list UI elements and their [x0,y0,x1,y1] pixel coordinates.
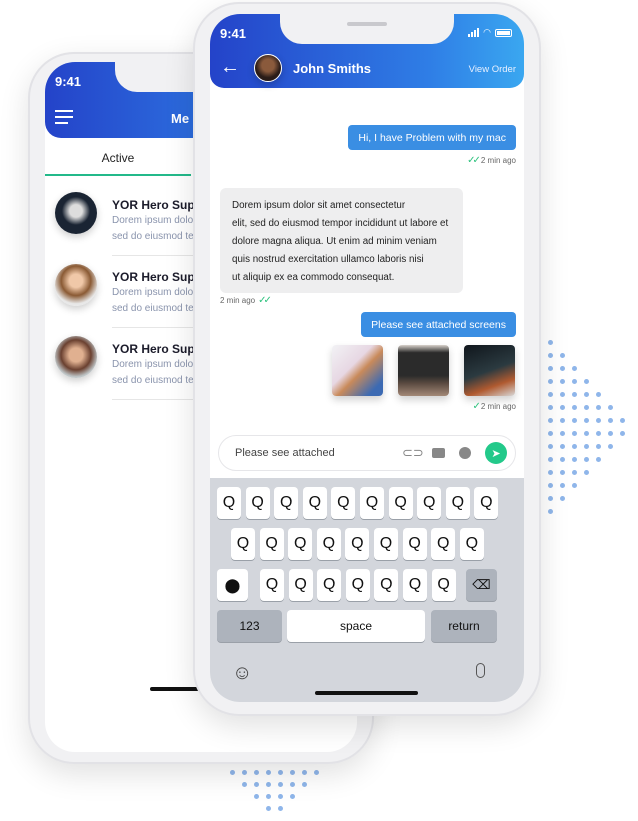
conversation-name: YOR Hero Supp [112,270,203,284]
message-input-value: Please see attached [235,447,335,459]
key-q[interactable]: Q [345,569,370,601]
key-q[interactable]: Q [345,528,370,560]
key-q[interactable]: Q [302,487,327,519]
wifi-icon: ◠ [483,27,491,37]
message-meta: ✓ 2 min ago [472,401,516,412]
back-arrow-icon[interactable]: ← [220,56,240,79]
conversation-preview: Dorem ipsum dolor sed do eiusmod ten [112,215,200,242]
menu-icon[interactable] [55,110,73,124]
key-q[interactable]: Q [331,487,356,519]
signal-icon [468,28,480,37]
contact-avatar [254,54,282,82]
shift-key[interactable]: ⬤ [217,569,248,601]
emoji-icon[interactable] [459,447,471,459]
backspace-icon: ⌫ [472,577,491,592]
message-out: Please see attached screens [361,312,516,337]
key-q[interactable]: Q [360,487,384,519]
key-q[interactable]: Q [417,487,442,519]
double-check-icon: ✓✓ [467,155,481,166]
key-q[interactable]: Q [403,569,427,601]
microphone-icon[interactable] [476,663,485,678]
home-indicator [315,691,418,695]
space-key[interactable]: space [287,610,425,642]
check-icon: ✓ [472,401,481,412]
key-q[interactable]: Q [474,487,499,519]
view-order-link[interactable]: View Order [469,64,516,75]
numbers-key[interactable]: 123 [217,610,282,642]
key-q[interactable]: Q [431,569,456,601]
key-q[interactable]: Q [231,528,255,560]
status-time: 9:41 [220,26,247,41]
message-meta: 2 min ago ✓✓ [220,295,272,306]
key-q[interactable]: Q [374,528,398,560]
status-icons: ◠ [468,28,512,37]
key-q[interactable]: Q [217,487,241,519]
attachment-image[interactable] [332,345,383,396]
key-q[interactable]: Q [317,569,342,601]
shift-icon: ⬤ [224,576,241,593]
battery-icon [495,29,512,37]
status-time: 9:41 [55,74,82,89]
attachment-image[interactable] [398,345,449,396]
conversation-name: YOR Hero Supp [112,198,203,212]
key-q[interactable]: Q [245,487,270,519]
conversation-preview: Dorem ipsum dolor sed do eiusmod ten [112,287,200,314]
tab-active[interactable]: Active [45,142,191,176]
key-q[interactable]: Q [388,487,413,519]
return-key[interactable]: return [431,610,497,642]
backspace-key[interactable]: ⌫ [466,569,497,601]
conversation-name: YOR Hero Supp [112,342,203,356]
avatar [55,192,97,234]
contact-name: John Smiths [293,61,372,76]
avatar [55,336,97,378]
screen-title: Me [171,111,190,126]
key-q[interactable]: Q [459,528,484,560]
key-q[interactable]: Q [288,528,313,560]
front-phone-screen: 9:41 ◠ ← John Smiths View Order Hi, I ha… [210,14,524,702]
key-q[interactable]: Q [316,528,341,560]
key-q[interactable]: Q [260,569,284,601]
key-q[interactable]: Q [431,528,456,560]
paperclip-icon[interactable]: ⊂⊃ [402,445,424,461]
camera-icon[interactable] [432,448,445,458]
message-input[interactable]: Please see attached ⊂⊃ ➤ [218,435,516,471]
front-phone: 9:41 ◠ ← John Smiths View Order Hi, I ha… [193,2,541,716]
send-button[interactable]: ➤ [485,442,507,464]
avatar [55,264,97,306]
message-meta: ✓✓ 2 min ago [467,155,516,166]
key-q[interactable]: Q [402,528,427,560]
message-in: Dorem ipsum dolor sit amet consectetur el… [220,188,463,293]
key-q[interactable]: Q [374,569,399,601]
key-q[interactable]: Q [274,487,299,519]
attachment-image[interactable] [464,345,515,396]
conversation-preview: Dorem ipsum dolor sed do eiusmod ten [112,359,200,386]
key-q[interactable]: Q [259,528,284,560]
emoji-keyboard-icon[interactable]: ☺ [232,662,252,685]
key-q[interactable]: Q [445,487,470,519]
keyboard: Q Q Q Q Q Q Q Q Q Q Q Q Q Q Q Q Q Q Q ⬤ Q Q Q Q Q Q Q ⌫ 123 space retu… [210,478,524,702]
message-out: Hi, I have Problem with my mac [348,125,516,150]
key-q[interactable]: Q [288,569,313,601]
double-check-icon: ✓✓ [258,295,272,306]
